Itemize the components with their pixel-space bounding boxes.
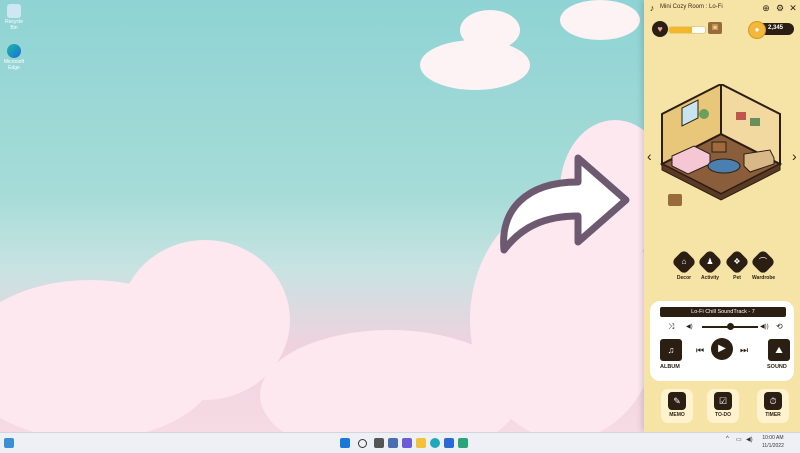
clock-date: 11/1/2022 <box>762 443 784 449</box>
sound-button[interactable]: ⛰ <box>768 339 790 361</box>
previous-track-button[interactable]: ⏮ <box>696 345 704 355</box>
sound-label: SOUND <box>767 364 787 370</box>
close-button[interactable]: ✕ <box>787 2 799 14</box>
edge-taskbar-icon[interactable] <box>430 438 440 448</box>
store-icon[interactable] <box>444 438 454 448</box>
pin-button[interactable]: ⊕ <box>760 2 772 14</box>
category-label: Wardrobe <box>752 275 776 281</box>
volume-up-icon[interactable]: ◀)) <box>760 322 769 332</box>
timer-button[interactable]: ⏱ TIMER <box>757 389 789 423</box>
album-button[interactable]: ♫ <box>660 339 682 361</box>
tool-label: TIMER <box>765 412 781 418</box>
desktop-icon-label: Recycle Bin <box>5 19 23 31</box>
category-pet-button[interactable]: ❖ Pet <box>724 249 750 281</box>
decor-icon: ⌂ <box>671 249 697 275</box>
file-explorer-icon[interactable] <box>416 438 426 448</box>
category-wardrobe-button[interactable]: ⌒ Wardrobe <box>750 249 776 281</box>
play-button[interactable]: ▶ <box>711 338 733 360</box>
todo-icon: ☑ <box>714 392 732 410</box>
music-player: Lo-Fi Chill SoundTrack - 7 ⤨ ◀) ◀)) ⟲ ♫ … <box>650 301 794 381</box>
volume-slider[interactable] <box>702 323 758 330</box>
volume-icon[interactable]: ◀) <box>746 436 753 443</box>
timer-icon: ⏱ <box>764 392 782 410</box>
category-activity-button[interactable]: ♟ Activity <box>697 249 723 281</box>
energy-bar-fill <box>669 27 693 33</box>
app-title-bar[interactable]: ♪ Mini Cozy Room : Lo-Fi ⊕ ⚙ ✕ <box>644 0 800 16</box>
previous-room-arrow[interactable]: ‹ <box>647 148 652 164</box>
category-label: Pet <box>733 275 741 281</box>
settings-button[interactable]: ⚙ <box>774 2 786 14</box>
tray-chevron-icon[interactable]: ^ <box>726 436 729 442</box>
next-track-button[interactable]: ⏭ <box>740 345 748 355</box>
memo-button[interactable]: ✎ MEMO <box>661 389 693 423</box>
pet-icon: ❖ <box>724 249 750 275</box>
app-taskbar-icon[interactable] <box>458 438 468 448</box>
app-title: Mini Cozy Room : Lo-Fi <box>660 4 723 10</box>
storage-box-button[interactable] <box>668 194 682 206</box>
curved-arrow-graphic <box>500 154 630 254</box>
clock[interactable]: 10:00 AM 11/1/2022 <box>762 434 784 450</box>
volume-slider-knob[interactable] <box>727 323 734 330</box>
music-note-icon: ♪ <box>649 3 655 13</box>
track-title: Lo-Fi Chill SoundTrack - 7 <box>660 307 786 317</box>
coin-icon: ● <box>748 21 766 39</box>
task-view-icon[interactable] <box>374 438 384 448</box>
desktop-icon-edge[interactable]: Microsoft Edge <box>2 44 26 71</box>
chat-icon[interactable] <box>402 438 412 448</box>
volume-down-icon[interactable]: ◀) <box>686 322 693 332</box>
category-label: Decor <box>676 275 692 281</box>
heart-icon: ♥ <box>652 21 668 37</box>
widgets-icon[interactable] <box>4 438 14 448</box>
widgets-board-icon[interactable] <box>388 438 398 448</box>
search-icon[interactable] <box>358 439 367 448</box>
wardrobe-icon: ⌒ <box>750 249 776 275</box>
gift-box-button[interactable]: ▣ <box>708 22 722 34</box>
network-icon[interactable]: ▭ <box>736 436 742 443</box>
recycle-bin-icon <box>7 4 21 18</box>
coin-value: 2,345 <box>768 25 784 31</box>
taskbar: ^ ▭ ◀) 10:00 AM 11/1/2022 <box>0 432 800 453</box>
clock-time: 10:00 AM <box>762 435 784 441</box>
tool-label: MEMO <box>669 412 685 418</box>
tool-label: TO-DO <box>714 412 732 418</box>
next-room-arrow[interactable]: › <box>792 148 797 164</box>
start-button[interactable] <box>340 438 350 448</box>
desktop-icon-label: Microsoft Edge <box>3 59 25 71</box>
shuffle-button[interactable]: ⤨ <box>668 322 674 332</box>
desktop-icon-recycle-bin[interactable]: Recycle Bin <box>2 4 26 31</box>
cloud <box>560 0 640 40</box>
category-decor-button[interactable]: ⌂ Decor <box>671 249 697 281</box>
energy-bar <box>668 26 706 34</box>
repeat-button[interactable]: ⟲ <box>776 322 783 332</box>
category-label: Activity <box>700 275 720 281</box>
album-label: ALBUM <box>660 364 680 370</box>
memo-icon: ✎ <box>668 392 686 410</box>
cloud <box>460 10 520 50</box>
todo-button[interactable]: ☑ TO-DO <box>707 389 739 423</box>
edge-icon <box>7 44 21 58</box>
activity-icon: ♟ <box>697 249 723 275</box>
